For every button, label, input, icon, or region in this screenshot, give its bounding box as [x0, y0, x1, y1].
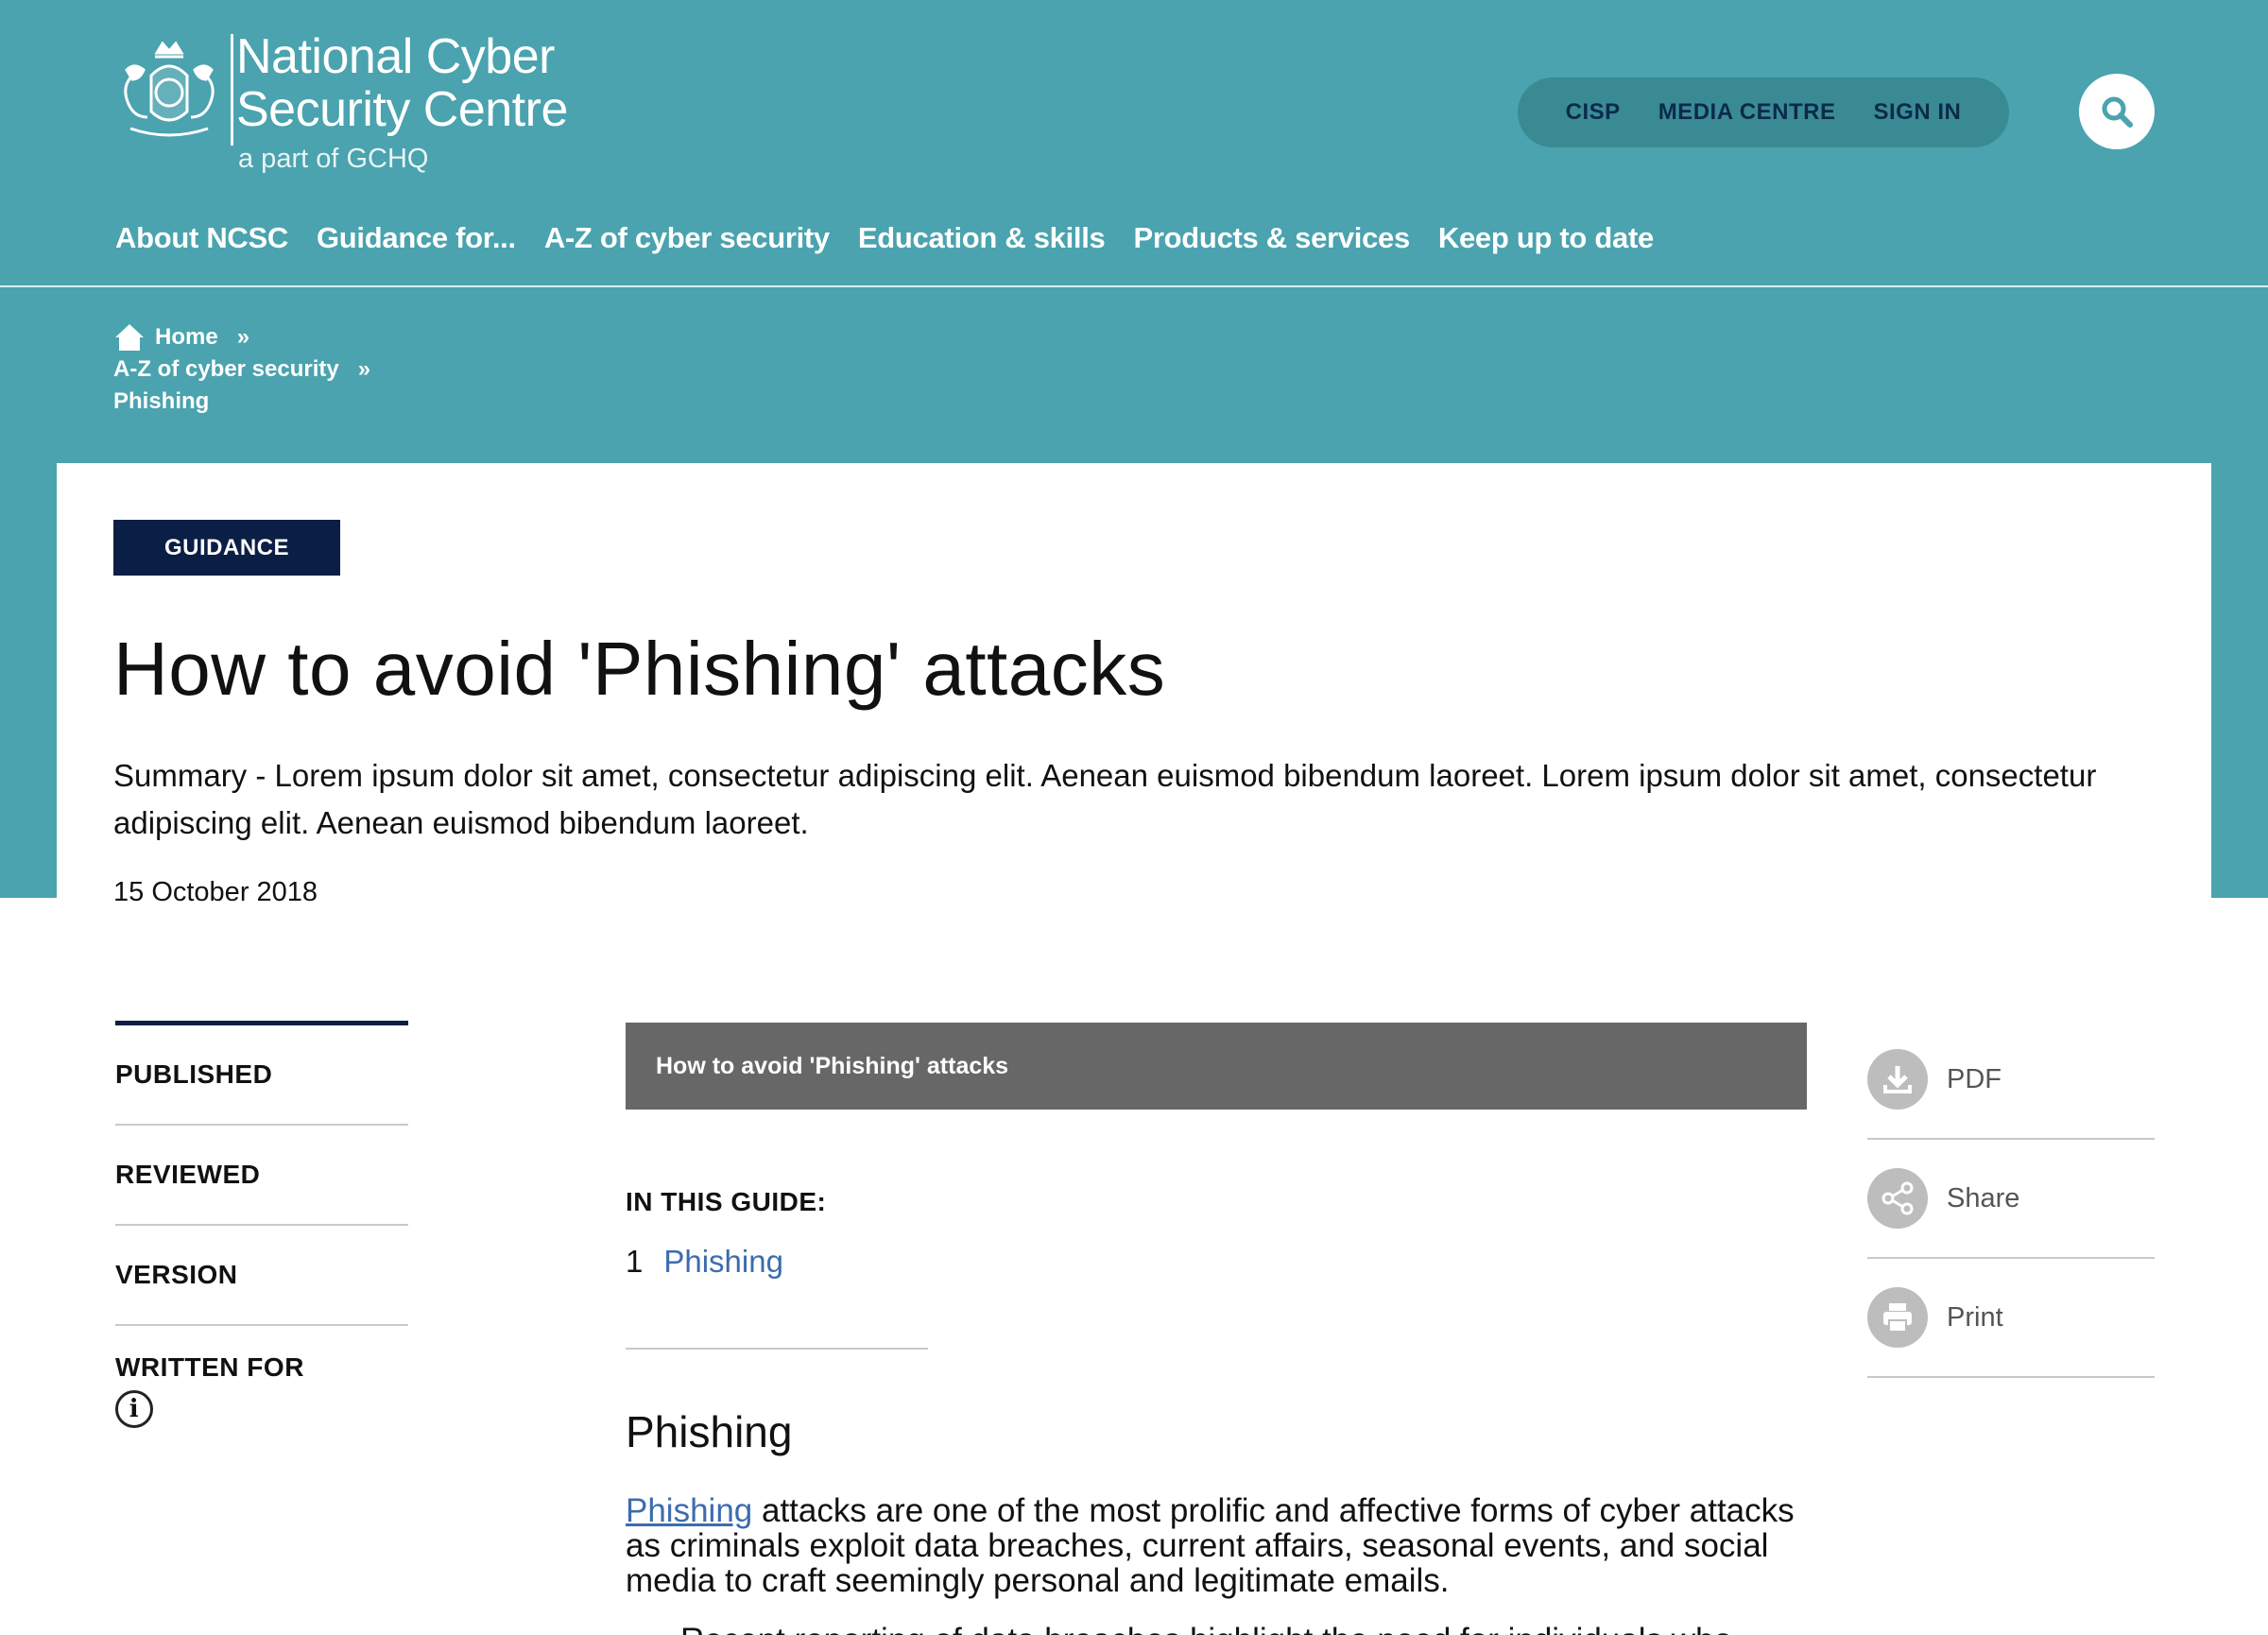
breadcrumb-separator: » — [236, 324, 250, 350]
nav-divider — [0, 285, 2268, 287]
guide-toc-link-phishing[interactable]: Phishing — [663, 1244, 783, 1280]
body-paragraph-cut: Recent reporting of data breaches highli… — [680, 1622, 1814, 1635]
search-icon — [2102, 96, 2133, 128]
share-icon — [1867, 1168, 1928, 1229]
body-paragraph-text: attacks are one of the most prolific and… — [626, 1492, 1795, 1599]
meta-written-for-label: WRITTEN FOR — [115, 1352, 304, 1382]
logo-subtitle: a part of GCHQ — [238, 144, 429, 174]
breadcrumb-home[interactable]: Home — [155, 324, 218, 351]
phishing-link[interactable]: Phishing — [626, 1492, 752, 1529]
utility-nav: CISP MEDIA CENTRE SIGN IN — [1518, 77, 2009, 147]
util-link-sign-in[interactable]: SIGN IN — [1873, 99, 1961, 126]
nav-about-ncsc[interactable]: About NCSC — [115, 221, 288, 255]
page-title: How to avoid 'Phishing' attacks — [113, 627, 1166, 711]
article-card: GUIDANCE How to avoid 'Phishing' attacks… — [57, 463, 2211, 1635]
nav-a-z-cyber-security[interactable]: A-Z of cyber security — [544, 221, 830, 255]
guide-title-bar: How to avoid 'Phishing' attacks — [626, 1023, 1807, 1110]
guide-divider — [626, 1348, 928, 1350]
meta-reviewed: REVIEWED — [115, 1126, 408, 1226]
share-action[interactable]: Share — [1867, 1140, 2155, 1259]
article-summary: Summary - Lorem ipsum dolor sit amet, co… — [113, 758, 2097, 840]
search-button[interactable] — [2079, 74, 2155, 149]
article-metadata: PUBLISHED REVIEWED VERSION WRITTEN FOR i — [115, 1021, 408, 1458]
nav-keep-up-to-date[interactable]: Keep up to date — [1438, 221, 1654, 255]
nav-education-skills[interactable]: Education & skills — [858, 221, 1106, 255]
main-nav: About NCSC Guidance for... A-Z of cyber … — [115, 221, 1654, 255]
download-icon — [1867, 1049, 1928, 1110]
breadcrumb-separator: » — [357, 356, 371, 382]
share-label: Share — [1947, 1182, 2020, 1213]
publish-date: 15 October 2018 — [113, 877, 318, 907]
meta-written-for: WRITTEN FOR i — [115, 1326, 408, 1458]
in-this-guide-heading: IN THIS GUIDE: — [626, 1187, 827, 1216]
util-link-cisp[interactable]: CISP — [1566, 99, 1621, 126]
article-actions: PDF Share Print — [1867, 1021, 2155, 1378]
body-paragraph: Phishing attacks are one of the most pro… — [626, 1493, 1807, 1598]
guidance-tag: GUIDANCE — [113, 520, 340, 576]
print-icon — [1867, 1287, 1928, 1348]
print-action[interactable]: Print — [1867, 1259, 2155, 1378]
pdf-label: PDF — [1947, 1063, 2002, 1094]
breadcrumb: Home » A-Z of cyber security » Phishing — [113, 321, 370, 418]
util-link-media-centre[interactable]: MEDIA CENTRE — [1658, 99, 1836, 126]
ncsc-logo[interactable]: National Cyber Security Centre a part of… — [113, 28, 605, 189]
section-heading: Phishing — [626, 1407, 793, 1456]
breadcrumb-a-z[interactable]: A-Z of cyber security — [113, 356, 339, 383]
pdf-action[interactable]: PDF — [1867, 1021, 2155, 1140]
royal-crest-icon — [124, 41, 215, 137]
info-icon[interactable]: i — [115, 1390, 153, 1428]
logo-divider — [231, 34, 233, 146]
logo-title: National Cyber Security Centre — [236, 30, 568, 136]
guide-toc-item: 1 Phishing — [626, 1244, 783, 1280]
meta-published: PUBLISHED — [115, 1025, 408, 1126]
logo-title-line2: Security Centre — [236, 82, 568, 137]
breadcrumb-current: Phishing — [113, 388, 210, 414]
nav-guidance-for[interactable]: Guidance for... — [317, 221, 516, 255]
logo-title-line1: National Cyber — [236, 29, 555, 84]
print-label: Print — [1947, 1301, 2003, 1333]
home-icon — [115, 324, 144, 351]
nav-products-services[interactable]: Products & services — [1134, 221, 1411, 255]
guide-toc-number: 1 — [626, 1244, 644, 1279]
meta-version: VERSION — [115, 1226, 408, 1326]
